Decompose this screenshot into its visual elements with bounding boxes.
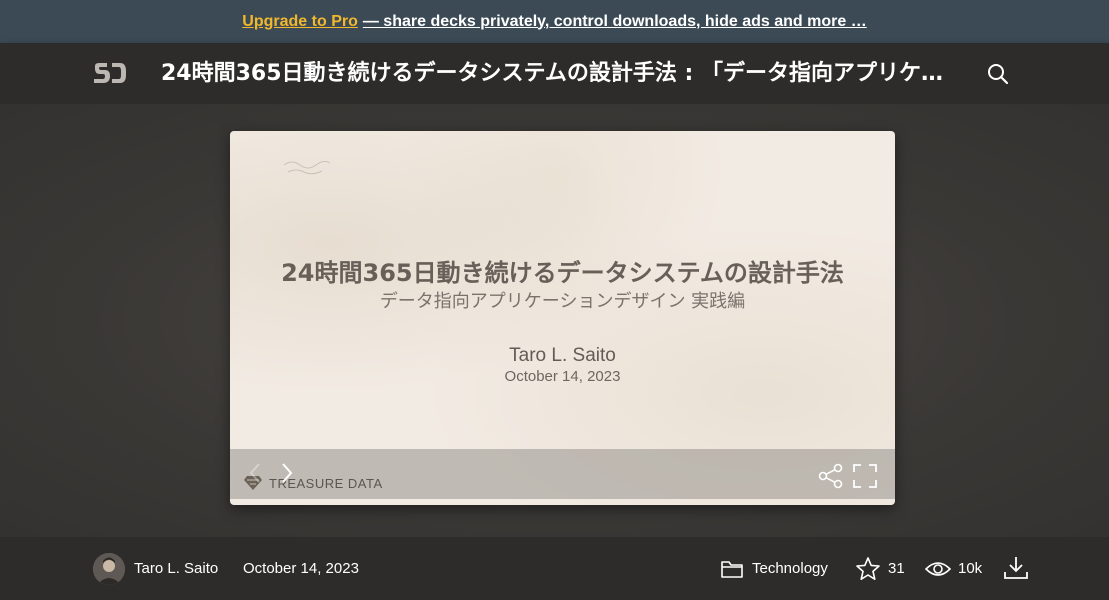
upgrade-banner: Upgrade to Pro — share decks privately, … [0,0,1109,43]
avatar-image [93,553,125,585]
star-icon[interactable] [855,556,881,582]
page-title: 24時間365日動き続けるデータシステムの設計手法 : 「データ指向アプリケーシ… [161,61,951,86]
chevron-left-icon[interactable] [248,461,262,485]
footer-bar: Taro L. Saito October 14, 2023 Technolog… [0,537,1109,600]
map-decoration [283,160,331,175]
upgrade-to-pro-link[interactable]: Upgrade to Pro [242,13,358,31]
share-icon[interactable] [818,463,844,489]
slide-controls: TREASURE DATA [230,449,895,499]
star-count: 31 [888,560,905,577]
header: 24時間365日動き続けるデータシステムの設計手法 : 「データ指向アプリケーシ… [0,43,1109,104]
search-icon[interactable] [986,62,1010,86]
eye-icon [925,562,951,576]
speakerdeck-logo[interactable] [93,62,127,84]
avatar[interactable] [93,553,125,585]
slide-viewer[interactable]: 24時間365日動き続けるデータシステムの設計手法 データ指向アプリケーションデ… [230,131,895,505]
fullscreen-icon[interactable] [852,463,878,489]
slide-title: 24時間365日動き続けるデータシステムの設計手法 [281,259,844,287]
upgrade-banner-text-link[interactable]: — share decks privately, control downloa… [363,13,867,31]
slide-author: Taro L. Saito [509,345,616,366]
slide-date: October 14, 2023 [504,368,621,385]
slide-subtitle: データ指向アプリケーションデザイン 実践編 [379,291,746,312]
author-link[interactable]: Taro L. Saito [134,560,218,577]
chevron-right-icon[interactable] [280,461,294,485]
category-link[interactable]: Technology [752,560,828,577]
view-count: 10k [958,560,983,577]
download-icon[interactable] [1003,555,1029,581]
publish-date: October 14, 2023 [243,560,359,577]
folder-icon [721,561,743,578]
